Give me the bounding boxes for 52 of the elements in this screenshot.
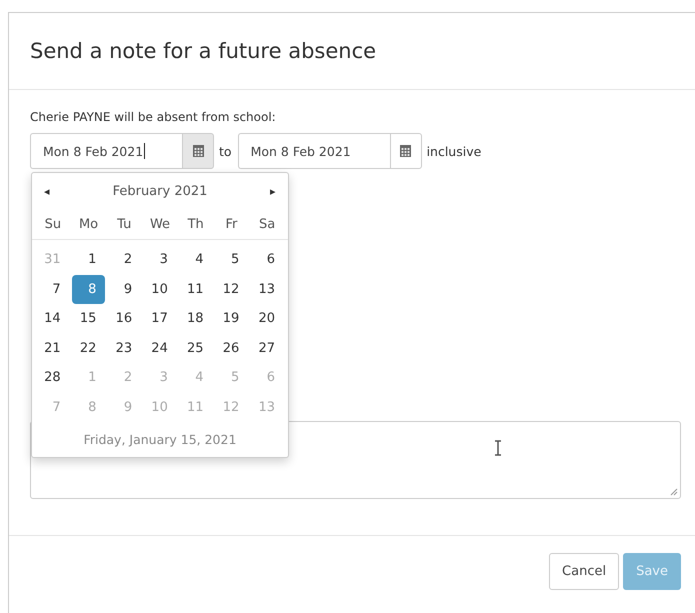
- calendar-day[interactable]: 1: [72, 245, 106, 274]
- resize-grip-icon: [670, 488, 678, 496]
- weekday-label: Sa: [258, 216, 276, 232]
- calendar-day[interactable]: 23: [107, 334, 142, 363]
- weekday-label: Tu: [116, 216, 132, 232]
- weekday-label: Su: [44, 216, 62, 232]
- weekday-label: Fr: [224, 216, 238, 232]
- calendar-day[interactable]: 10: [143, 274, 177, 304]
- calendar-day[interactable]: 20: [250, 304, 284, 334]
- next-month-button[interactable]: ▸: [266, 184, 280, 198]
- calendar-day[interactable]: 17: [143, 304, 177, 334]
- calendar-day[interactable]: 26: [214, 334, 248, 363]
- weekday-label: We: [148, 216, 172, 232]
- inclusive-label: inclusive: [426, 144, 482, 158]
- calendar-day[interactable]: 2: [107, 245, 142, 274]
- calendar-day[interactable]: 12: [214, 274, 248, 304]
- calendar-day[interactable]: 25: [178, 334, 213, 363]
- calendar-day[interactable]: 8: [72, 274, 106, 304]
- calendar-day[interactable]: 27: [250, 334, 284, 363]
- today-date[interactable]: Friday, January 15, 2021: [32, 432, 288, 447]
- calendar-day[interactable]: 6: [250, 245, 284, 274]
- calendar-day[interactable]: 19: [214, 304, 248, 334]
- calendar-icon: [400, 145, 412, 157]
- text-cursor-icon: [494, 440, 502, 456]
- weekday-label: Mo: [78, 216, 100, 232]
- calendar-day[interactable]: 16: [107, 304, 142, 334]
- calendar-day[interactable]: 4: [178, 245, 213, 274]
- calendar-day[interactable]: 3: [143, 245, 177, 274]
- previous-month-button[interactable]: ◂: [40, 184, 54, 198]
- dialog-title: Send a note for a future absence: [30, 39, 376, 63]
- calendar-icon: [192, 145, 204, 157]
- intro-text: Cherie PAYNE will be absent from school:: [30, 110, 277, 124]
- start-date-field[interactable]: Mon 8 Feb 2021: [30, 133, 182, 169]
- calendar-day[interactable]: 7: [36, 274, 70, 304]
- calendar-day[interactable]: 18: [178, 304, 213, 334]
- cancel-button[interactable]: Cancel: [549, 553, 620, 590]
- weekday-label: Th: [186, 216, 205, 232]
- calendar-day[interactable]: 13: [250, 274, 284, 304]
- calendar-day[interactable]: 15: [72, 304, 106, 334]
- calendar-button[interactable]: [182, 133, 214, 169]
- calendar-day[interactable]: 22: [72, 334, 106, 363]
- end-date-field[interactable]: Mon 8 Feb 2021: [238, 133, 390, 169]
- calendar-day[interactable]: 28: [36, 363, 70, 392]
- calendar-day[interactable]: 9: [107, 274, 142, 304]
- to-label: to: [219, 144, 232, 158]
- month-title: February 2021: [112, 184, 208, 198]
- calendar-day[interactable]: 11: [178, 274, 213, 304]
- calendar-day[interactable]: 24: [143, 334, 177, 363]
- calendar-day[interactable]: 21: [36, 334, 70, 363]
- calendar-day[interactable]: 14: [36, 304, 70, 334]
- calendar-button[interactable]: [390, 133, 422, 169]
- calendar-day[interactable]: 5: [214, 245, 248, 274]
